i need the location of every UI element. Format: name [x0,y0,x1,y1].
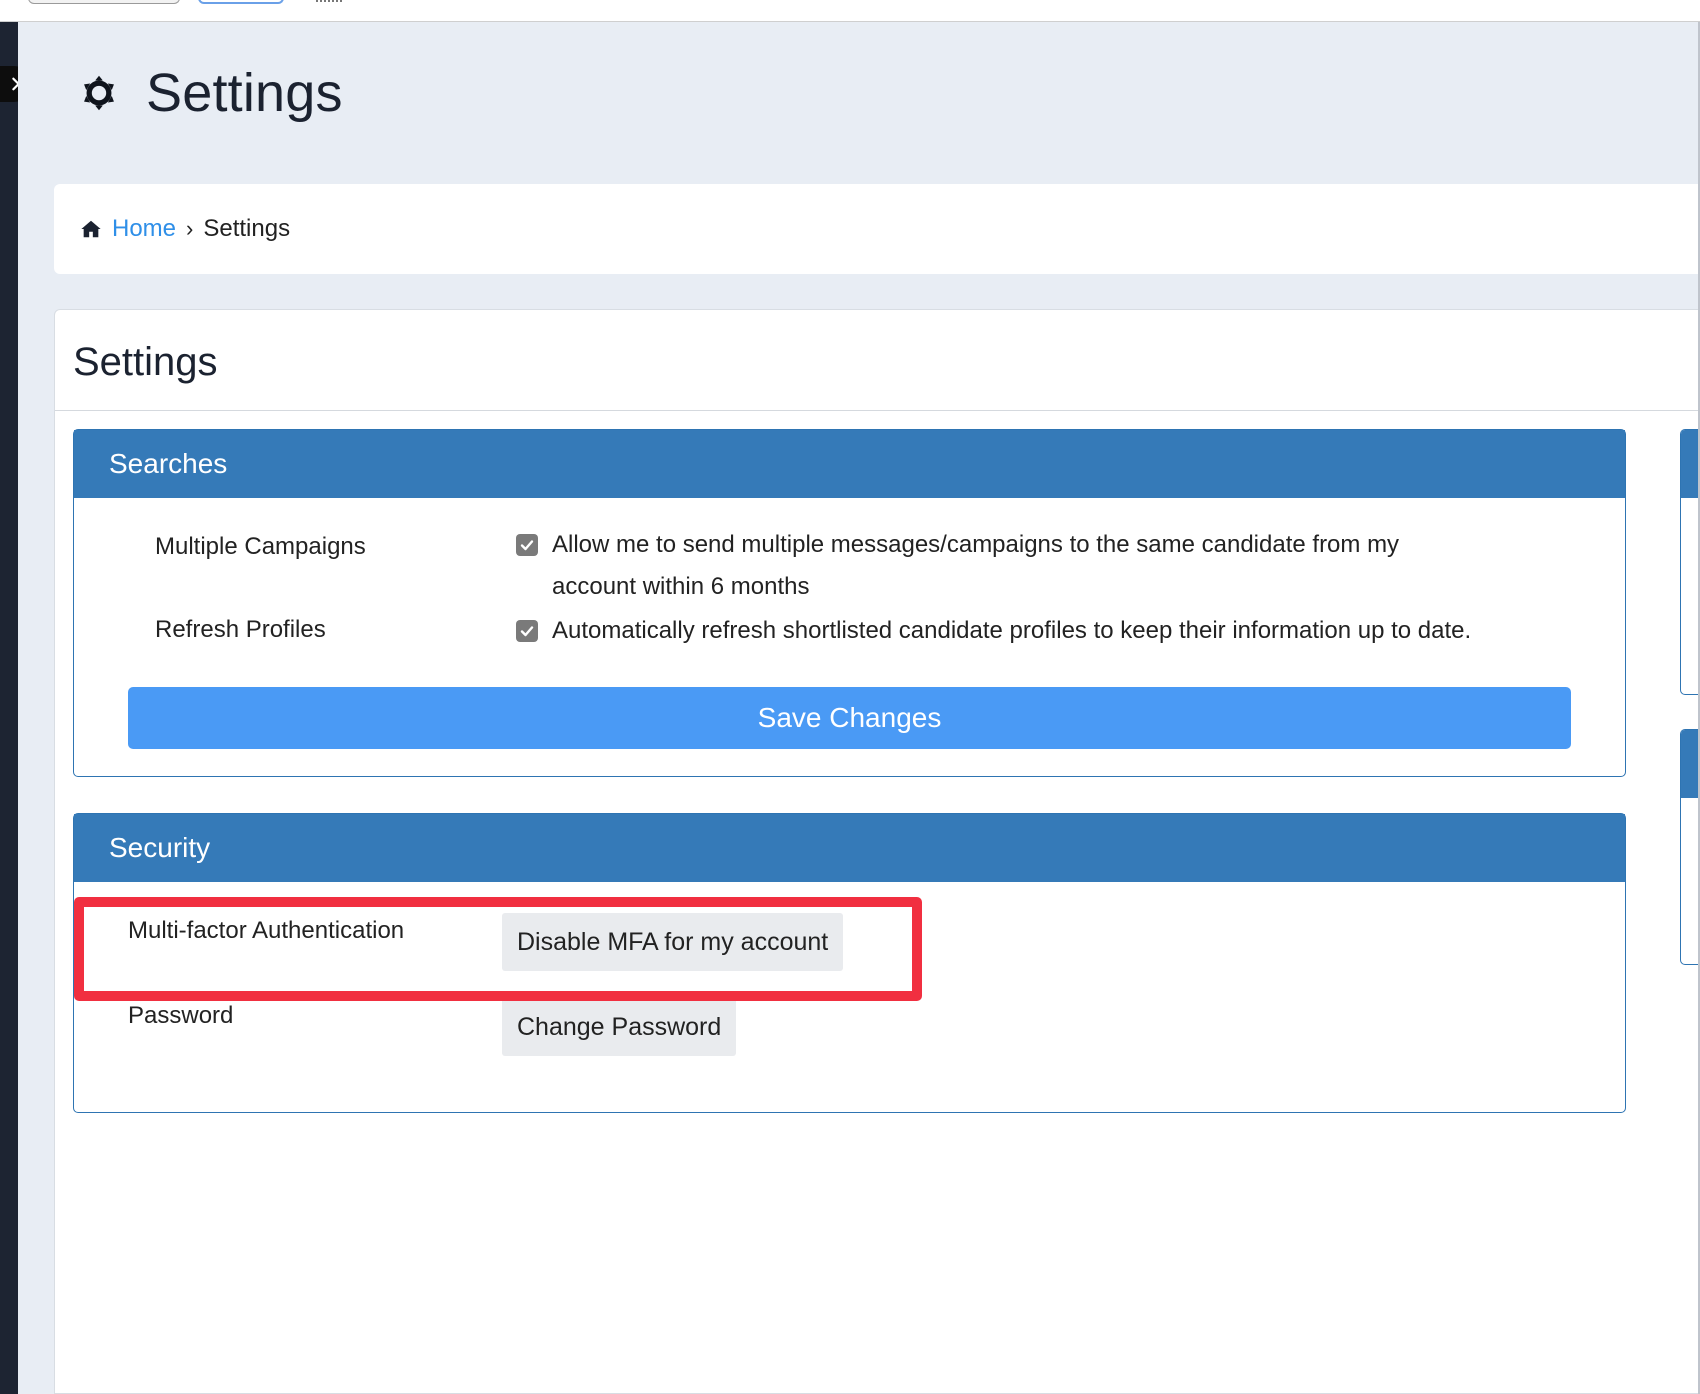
breadcrumb-separator: › [186,216,194,241]
multiple-campaigns-label: Multiple Campaigns [155,533,366,560]
save-changes-button[interactable]: Save Changes [128,687,1571,749]
refresh-profiles-description: Automatically refresh shortlisted candid… [552,617,1472,644]
checkmark-icon [520,626,534,637]
breadcrumb-current: Settings [203,215,291,242]
mfa-label: Multi-factor Authentication [128,917,405,944]
refresh-profiles-label: Refresh Profiles [155,616,326,643]
browser-tab[interactable] [28,0,180,4]
divider [55,410,1700,411]
left-sidebar-rail [0,22,18,1394]
searches-panel: Searches Multiple Campaigns Allow me to … [73,429,1626,777]
refresh-profiles-checkbox[interactable] [516,620,538,642]
searches-panel-heading: Searches [74,430,1625,498]
home-icon [81,220,101,238]
disable-mfa-button[interactable]: Disable MFA for my account [502,913,844,971]
page-header: Settings [76,62,343,124]
change-password-button[interactable]: Change Password [502,998,737,1056]
security-panel-heading: Security [74,814,1625,882]
screen: Settings Home › Settings Settings Search… [0,0,1700,1394]
side-panel-partial [1680,729,1700,965]
checkmark-icon [520,540,534,551]
breadcrumb-home-link[interactable]: Home [112,215,176,243]
browser-strip-dots [316,0,342,2]
page-title: Settings [146,63,343,123]
multiple-campaigns-description-line: Allow me to send multiple messages/campa… [552,531,1400,558]
password-label: Password [128,1002,234,1029]
browser-top-strip [0,0,1700,22]
multiple-campaigns-description: Allow me to send multiple messages/campa… [552,524,1552,608]
breadcrumb: Home › Settings [54,184,1700,274]
multiple-campaigns-checkbox[interactable] [516,534,538,556]
side-panel-partial [1680,429,1700,695]
multiple-campaigns-description-line: account within 6 months [552,573,810,600]
gear-icon [84,75,114,111]
security-panel: Security Multi-factor Authentication Dis… [73,813,1626,1113]
settings-card-title: Settings [73,340,218,384]
browser-tab-active[interactable] [198,0,284,4]
